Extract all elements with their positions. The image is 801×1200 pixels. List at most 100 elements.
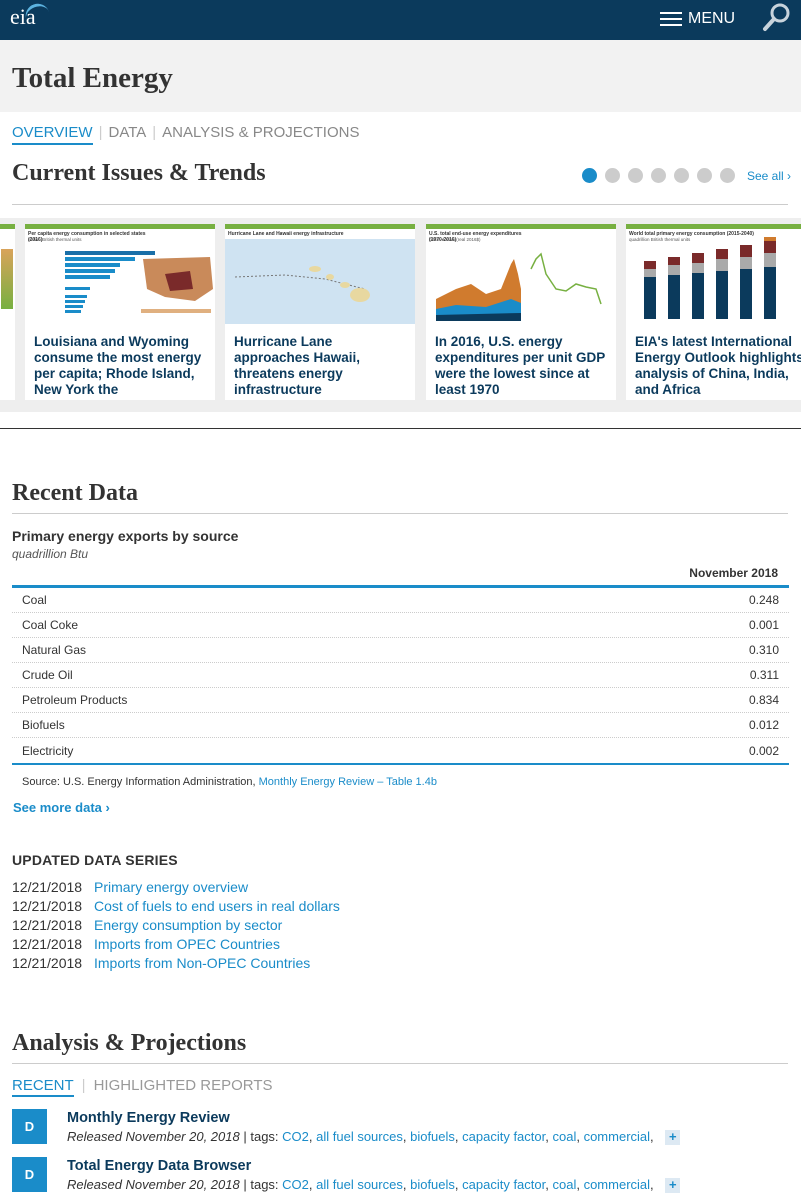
report-item: D Total Energy Data Browser Released Nov… [12, 1157, 792, 1200]
row-value: 0.002 [748, 743, 779, 758]
row-value: 0.012 [748, 718, 779, 732]
row-value: 0.834 [748, 693, 779, 707]
tab-divider: | [152, 124, 157, 141]
list-item: 12/21/2018 Imports from Non-OPEC Countrie… [12, 955, 340, 974]
world-consumption-chart [644, 237, 776, 319]
trend-card-thumbnail: Hurricane Lane and Hawaii energy infrast… [225, 224, 415, 324]
analysis-tabs: RECENT | HIGHLIGHTED REPORTS [12, 1077, 273, 1097]
tab-analysis-projections[interactable]: ANALYSIS & PROJECTIONS [162, 124, 359, 145]
tag-link[interactable]: all fuel sources [316, 1129, 403, 1144]
table-row: Coal 0.248 [12, 588, 789, 613]
tag-link[interactable]: coal [552, 1129, 576, 1144]
item-date: 12/21/2018 [12, 936, 83, 952]
carousel-dot[interactable] [628, 168, 643, 183]
tag-link[interactable]: all fuel sources [316, 1177, 403, 1192]
carousel-dot[interactable] [697, 168, 712, 183]
report-type-badge: D [12, 1157, 47, 1192]
tab-data[interactable]: DATA [108, 124, 146, 145]
item-link[interactable]: Imports from Non-OPEC Countries [94, 955, 310, 974]
row-value: 0.001 [748, 618, 779, 632]
tab-divider: | [98, 124, 103, 141]
row-label: Crude Oil [22, 668, 73, 682]
tab-highlighted-reports[interactable]: HIGHLIGHTED REPORTS [94, 1077, 273, 1097]
carousel-dot[interactable] [651, 168, 666, 183]
item-date: 12/21/2018 [12, 955, 83, 971]
row-label: Electricity [22, 743, 74, 758]
report-release-date: Released November 20, 2018 [67, 1177, 240, 1192]
analysis-section-title: Analysis & Projections [12, 1030, 247, 1056]
carousel-dot[interactable] [605, 168, 620, 183]
item-link[interactable]: Cost of fuels to end users in real dolla… [94, 898, 340, 917]
top-navigation-bar: eia MENU [0, 0, 801, 40]
row-value: 0.311 [749, 668, 779, 682]
list-item: 12/21/2018 Energy consumption by sector [12, 917, 340, 936]
list-item: 12/21/2018 Primary energy overview [12, 879, 340, 898]
search-icon[interactable] [762, 2, 792, 32]
row-label: Coal [22, 593, 47, 607]
see-all-link[interactable]: See all › [747, 169, 791, 183]
tab-recent[interactable]: RECENT [12, 1077, 74, 1097]
updated-series-title: UPDATED DATA SERIES [12, 852, 178, 868]
tag-link[interactable]: biofuels [410, 1177, 455, 1192]
source-note: Source: U.S. Energy Information Administ… [22, 776, 437, 788]
tag-link[interactable]: biofuels [410, 1129, 455, 1144]
report-title[interactable]: Total Energy Data Browser [67, 1158, 251, 1174]
item-link[interactable]: Energy consumption by sector [94, 917, 282, 936]
tab-overview[interactable]: OVERVIEW [12, 124, 93, 145]
report-meta: Released November 20, 2018 | tags: CO2, … [67, 1177, 681, 1193]
tag-link[interactable]: capacity factor [462, 1129, 545, 1144]
table-unit: quadrillion Btu [12, 547, 89, 561]
table-row: Petroleum Products 0.834 [12, 688, 789, 713]
carousel-dot[interactable] [720, 168, 735, 183]
see-more-data-link[interactable]: See more data › [13, 800, 110, 815]
tag-link[interactable]: commercial [584, 1177, 650, 1192]
carousel-dot[interactable] [674, 168, 689, 183]
tag-link[interactable]: coal [552, 1177, 576, 1192]
state-consumption-chart [65, 251, 213, 313]
source-link[interactable]: Monthly Energy Review – Table 1.4b [259, 776, 437, 788]
hurricane-map [225, 239, 415, 324]
row-label: Petroleum Products [22, 693, 128, 707]
expand-tags-button[interactable]: + [665, 1178, 681, 1193]
trend-card-headline[interactable]: In 2016, U.S. energy expenditures per un… [426, 324, 616, 398]
tag-link[interactable]: CO2 [282, 1129, 309, 1144]
table-row: Electricity 0.002 [12, 738, 789, 763]
hamburger-icon [660, 12, 682, 26]
item-date: 12/21/2018 [12, 879, 83, 895]
report-title[interactable]: Monthly Energy Review [67, 1110, 230, 1126]
trend-card[interactable]: Hurricane Lane and Hawaii energy infrast… [225, 224, 415, 400]
report-release-date: Released November 20, 2018 [67, 1129, 240, 1144]
item-link[interactable]: Primary energy overview [94, 879, 248, 898]
sub-navigation: OVERVIEW | DATA | ANALYSIS & PROJECTIONS [12, 124, 359, 145]
expand-tags-button[interactable]: + [665, 1130, 681, 1145]
list-item: 12/21/2018 Imports from OPEC Countries [12, 936, 340, 955]
item-date: 12/21/2018 [12, 917, 83, 933]
menu-label: MENU [688, 10, 736, 27]
tag-link[interactable]: CO2 [282, 1177, 309, 1192]
table-row: Coal Coke 0.001 [12, 613, 789, 638]
expenditures-chart [436, 252, 602, 321]
trend-card-headline[interactable]: Hurricane Lane approaches Hawaii, threat… [225, 324, 415, 398]
trend-card-thumbnail: Per capita energy consumption in selecte… [25, 224, 215, 324]
item-date: 12/21/2018 [12, 898, 83, 914]
table-column-header: November 2018 [689, 566, 778, 580]
list-item: 12/21/2018 Cost of fuels to end users in … [12, 898, 340, 917]
carousel-dot[interactable] [582, 168, 597, 183]
trend-card-partial[interactable] [0, 224, 15, 400]
tag-link[interactable]: capacity factor [462, 1177, 545, 1192]
updated-series-list: 12/21/2018 Primary energy overview 12/21/… [12, 879, 340, 974]
trend-card-headline[interactable]: EIA's latest International Energy Outloo… [626, 324, 801, 398]
item-link[interactable]: Imports from OPEC Countries [94, 936, 280, 955]
report-item: D Monthly Energy Review Released Novembe… [12, 1109, 792, 1153]
trend-card-headline[interactable]: Louisiana and Wyoming consume the most e… [25, 324, 215, 398]
table-row: Natural Gas 0.310 [12, 638, 789, 663]
tag-link[interactable]: commercial [584, 1129, 650, 1144]
trend-card[interactable]: Per capita energy consumption in selecte… [25, 224, 215, 400]
trend-card[interactable]: World total primary energy consumption (… [626, 224, 801, 400]
trend-card[interactable]: U.S. total end-use energy expenditures (… [426, 224, 616, 400]
row-label: Biofuels [22, 718, 65, 732]
report-meta: Released November 20, 2018 | tags: CO2, … [67, 1129, 681, 1145]
tags-label: | tags: [243, 1129, 279, 1144]
menu-button[interactable]: MENU [660, 10, 735, 28]
section-divider [12, 1063, 788, 1064]
